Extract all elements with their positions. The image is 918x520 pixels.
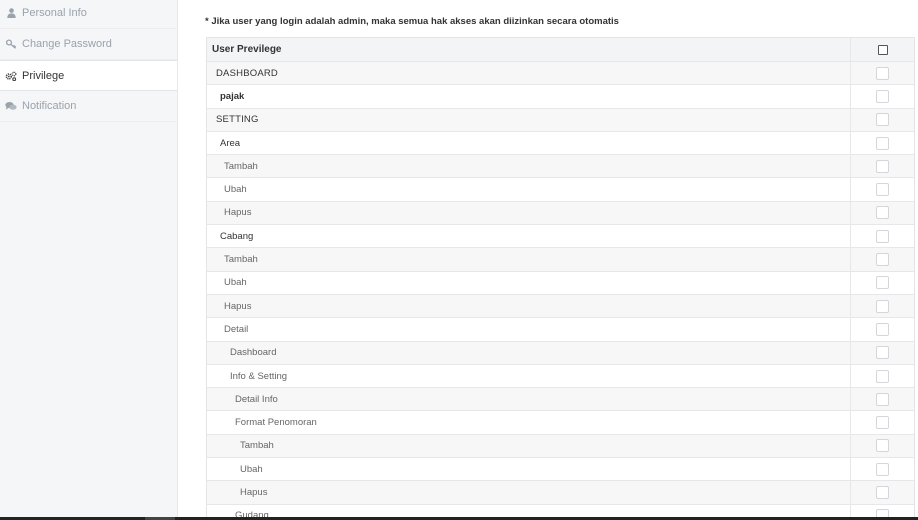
row-label: Tambah — [240, 440, 274, 452]
sidebar-item-label: Personal Info — [22, 7, 87, 19]
privilege-checkbox[interactable] — [876, 439, 889, 453]
comments-icon — [5, 100, 17, 112]
table-row: Tambah — [207, 434, 914, 459]
table-row: Ubah — [207, 458, 914, 482]
sidebar-item-label: Notification — [22, 100, 77, 112]
table-row: Dashboard — [207, 341, 914, 365]
table-header-row: User Previlege — [207, 38, 914, 62]
table-row: SETTING — [207, 108, 914, 132]
table-row: Hapus — [207, 481, 914, 505]
key-icon — [5, 38, 17, 50]
privilege-table: User Previlege DASHBOARD pajak SETTING A… — [206, 37, 915, 520]
profile-sidebar: Personal Info Change Password Privilege … — [0, 0, 178, 520]
row-label: SETTING — [216, 114, 259, 126]
header-label: User Previlege — [212, 44, 282, 55]
table-row: Ubah — [207, 271, 914, 295]
row-label: DASHBOARD — [216, 67, 278, 79]
row-label: Cabang — [220, 230, 254, 242]
table-row: Tambah — [207, 155, 914, 179]
table-row: Format Penomoran — [207, 411, 914, 435]
privilege-checkbox[interactable] — [876, 392, 889, 406]
privilege-checkbox[interactable] — [876, 66, 889, 80]
row-label: Ubah — [224, 184, 247, 196]
table-row: Tambah — [207, 248, 914, 272]
sidebar-item-change-password[interactable]: Change Password — [0, 29, 177, 60]
row-label: Tambah — [224, 254, 258, 266]
table-row: Detail — [207, 318, 914, 342]
privilege-checkbox[interactable] — [876, 136, 889, 150]
user-icon — [5, 7, 17, 19]
privilege-checkbox[interactable] — [876, 276, 889, 290]
row-label: Hapus — [240, 486, 268, 498]
privilege-checkbox[interactable] — [876, 113, 889, 127]
privilege-checkbox[interactable] — [876, 183, 889, 197]
sidebar-item-notification[interactable]: Notification — [0, 91, 177, 122]
sidebar-item-label: Privilege — [22, 69, 65, 82]
table-row: Ubah — [207, 178, 914, 202]
privilege-checkbox[interactable] — [876, 299, 889, 313]
privilege-checkbox[interactable] — [876, 416, 889, 430]
row-label: Detail Info — [235, 393, 278, 405]
privilege-checkbox[interactable] — [876, 229, 889, 243]
row-label: Dashboard — [230, 347, 277, 359]
privilege-checkbox[interactable] — [876, 346, 889, 360]
row-label: Hapus — [224, 207, 252, 219]
table-row: Info & Setting — [207, 364, 914, 389]
sidebar-item-personal-info[interactable]: Personal Info — [0, 0, 177, 29]
row-label: Format Penomoran — [235, 417, 317, 429]
table-row: Hapus — [207, 294, 914, 319]
table-row: pajak — [207, 85, 914, 109]
privilege-checkbox[interactable] — [876, 206, 889, 220]
table-row: Cabang — [207, 225, 914, 249]
admin-notice: * Jika user yang login adalah admin, mak… — [205, 16, 619, 27]
row-label: Ubah — [240, 463, 263, 475]
row-label: Ubah — [224, 277, 247, 289]
row-label: Info & Setting — [230, 370, 288, 382]
privilege-checkbox[interactable] — [876, 322, 889, 336]
table-row: Detail Info — [207, 388, 914, 412]
privilege-checkbox[interactable] — [876, 485, 889, 499]
select-all-checkbox[interactable] — [877, 44, 888, 55]
table-row: DASHBOARD — [207, 62, 914, 86]
row-label: Detail — [224, 323, 249, 335]
row-label: Area — [220, 137, 241, 149]
privilege-checkbox[interactable] — [876, 369, 889, 383]
row-label: pajak — [220, 90, 245, 102]
table-row: Hapus — [207, 201, 914, 226]
sidebar-item-label: Change Password — [22, 38, 112, 50]
privilege-checkbox[interactable] — [876, 253, 889, 267]
privilege-checkbox[interactable] — [876, 89, 889, 103]
privilege-checkbox[interactable] — [876, 462, 889, 476]
privilege-checkbox[interactable] — [876, 159, 889, 173]
sidebar-item-privilege[interactable]: Privilege — [0, 60, 177, 91]
gears-icon — [5, 70, 17, 82]
row-label: Hapus — [224, 300, 252, 312]
row-label: Tambah — [224, 160, 258, 172]
table-row: Area — [207, 131, 914, 156]
